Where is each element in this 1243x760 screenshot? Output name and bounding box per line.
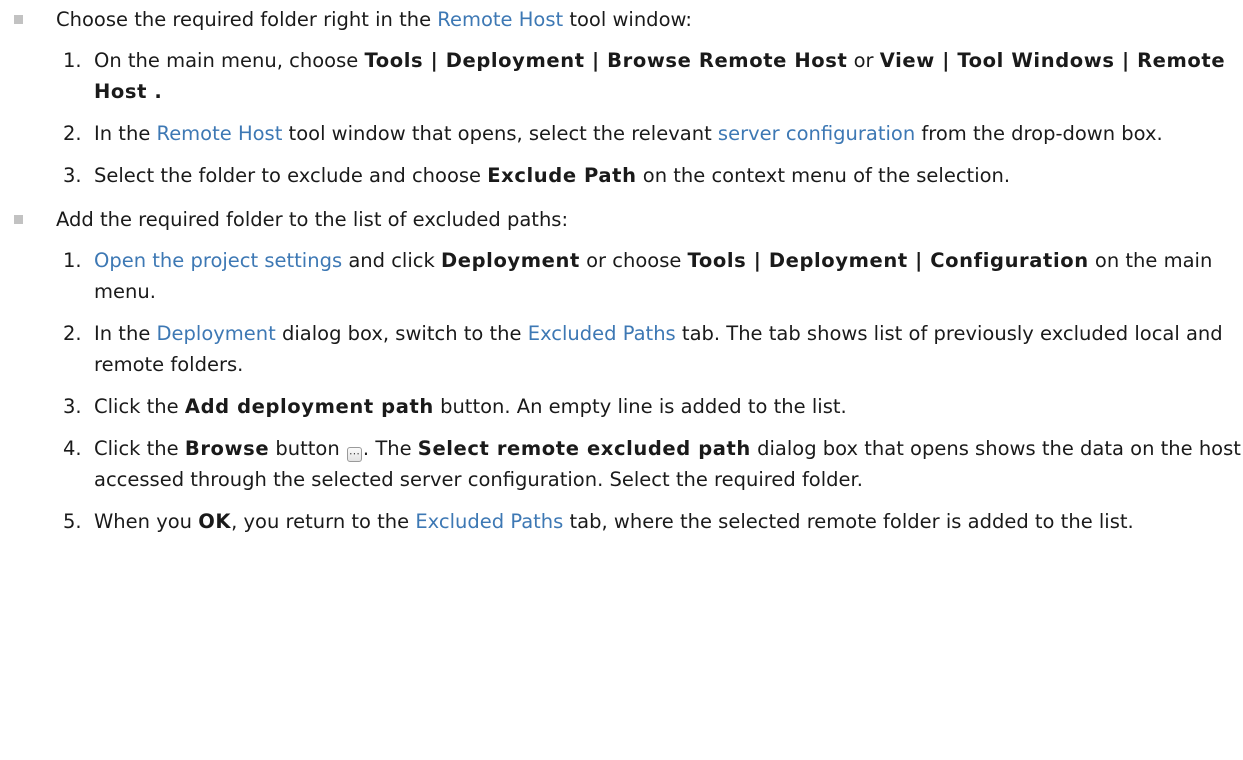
document-page: Choose the required folder right in the … — [0, 0, 1243, 537]
list-item: 2. In the Deployment dialog box, switch … — [63, 318, 1243, 380]
list-item: 5. When you OK, you return to the Exclud… — [63, 506, 1243, 537]
text: In the — [94, 322, 157, 345]
text: dialog box, switch to the — [275, 322, 528, 345]
list-item: 1. Open the project settings and click D… — [63, 245, 1243, 307]
list-item: 2. In the Remote Host tool window that o… — [63, 118, 1243, 149]
text: Click the — [94, 395, 185, 418]
step-number: 1. — [63, 49, 82, 72]
excluded-paths-link[interactable]: Excluded Paths — [528, 322, 676, 345]
steps-list-remote-host: 1. On the main menu, choose Tools | Depl… — [0, 45, 1243, 191]
bullet-item-excluded-paths: Add the required folder to the list of e… — [0, 202, 1243, 245]
text: tool window that opens, select the relev… — [282, 122, 718, 145]
text: button — [269, 437, 346, 460]
step-number: 2. — [63, 322, 82, 345]
command-name: Add deployment path — [184, 395, 434, 418]
text: Select the folder to exclude and choose — [94, 164, 488, 187]
text: Click the — [94, 437, 185, 460]
text: and click — [342, 249, 441, 272]
menu-path: Tools | Deployment | Browse Remote Host — [364, 49, 848, 72]
text: or — [847, 49, 880, 72]
list-item: 3. Click the Add deployment path button.… — [63, 391, 1243, 422]
remote-host-link[interactable]: Remote Host — [157, 122, 283, 145]
text: . The — [362, 437, 418, 460]
step-number: 4. — [63, 437, 82, 460]
list-item: 3. Select the folder to exclude and choo… — [63, 160, 1243, 191]
step-number: 3. — [63, 164, 82, 187]
text: from the drop-down box. — [915, 122, 1163, 145]
text: . — [147, 80, 163, 103]
command-name: Exclude Path — [487, 164, 637, 187]
text: button. An empty line is added to the li… — [433, 395, 847, 418]
text: When you — [94, 510, 199, 533]
text: In the — [94, 122, 157, 145]
text: On the main menu, choose — [94, 49, 365, 72]
ellipsis-browse-icon: ⋯ — [346, 447, 362, 462]
list-item: 1. On the main menu, choose Tools | Depl… — [63, 45, 1243, 107]
excluded-paths-link[interactable]: Excluded Paths — [415, 510, 563, 533]
deployment-link[interactable]: Deployment — [157, 322, 276, 345]
step-number: 3. — [63, 395, 82, 418]
square-bullet-icon — [14, 215, 23, 224]
bullet-intro: Add the required folder to the list of e… — [56, 208, 569, 231]
text: , you return to the — [231, 510, 416, 533]
open-project-settings-link[interactable]: Open the project settings — [94, 249, 342, 272]
text: Choose the required folder right in the — [56, 8, 438, 31]
list-item: 4. Click the Browse button ⋯. The Select… — [63, 433, 1243, 495]
command-name: Browse — [184, 437, 270, 460]
text: on the context menu of the selection. — [636, 164, 1011, 187]
bullet-item-remote-host: Choose the required folder right in the … — [0, 2, 1243, 45]
server-configuration-link[interactable]: server configuration — [718, 122, 915, 145]
text: tab, where the selected remote folder is… — [563, 510, 1134, 533]
remote-host-link[interactable]: Remote Host — [437, 8, 563, 31]
bullet-intro: Choose the required folder right in the … — [56, 2, 1243, 45]
command-name: OK — [198, 510, 232, 533]
dialog-name: Select remote excluded path — [417, 437, 751, 460]
text: tool window: — [563, 8, 692, 31]
steps-list-excluded-paths: 1. Open the project settings and click D… — [0, 245, 1243, 537]
step-number: 5. — [63, 510, 82, 533]
step-number: 2. — [63, 122, 82, 145]
menu-path: Tools | Deployment | Configuration — [687, 249, 1089, 272]
text: or choose — [579, 249, 688, 272]
step-number: 1. — [63, 249, 82, 272]
command-name: Deployment — [440, 249, 580, 272]
square-bullet-icon — [14, 15, 23, 24]
